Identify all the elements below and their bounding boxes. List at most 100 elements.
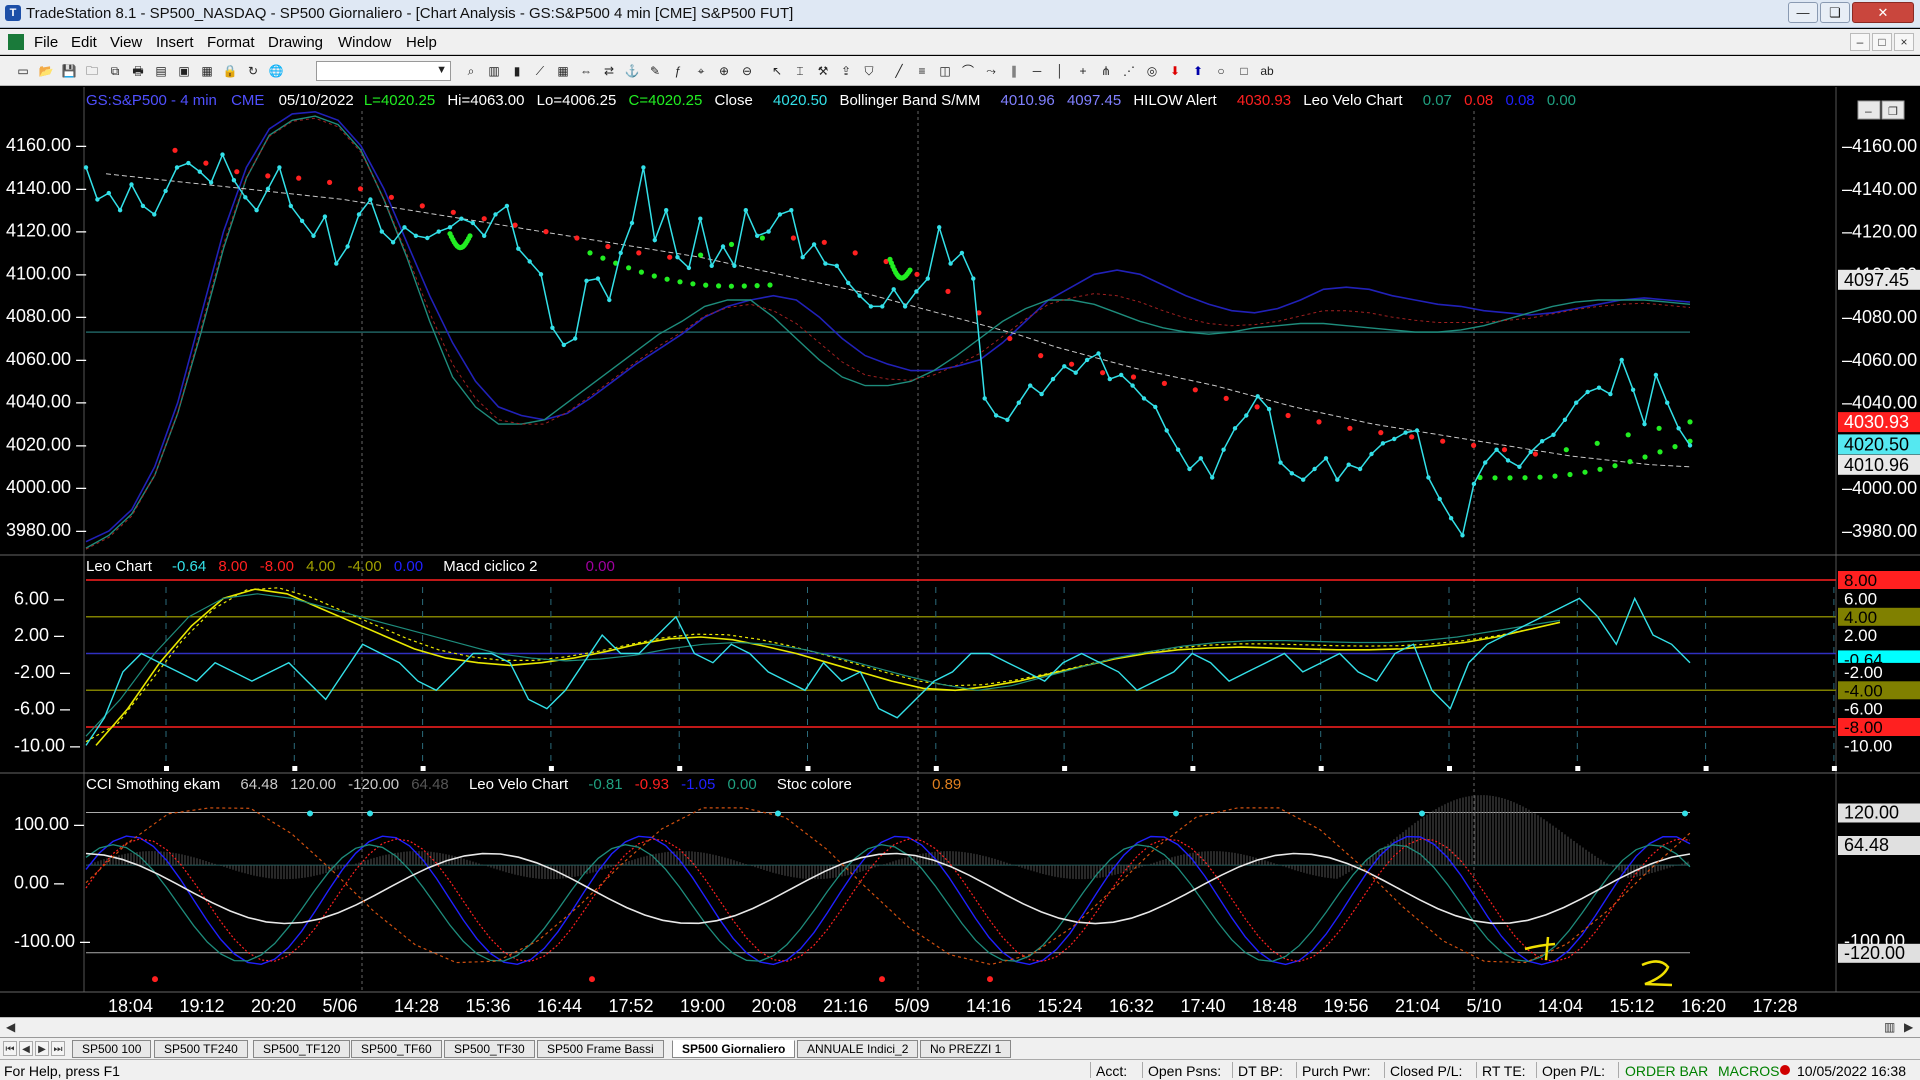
scroll-right-icon[interactable]: ▶ [1904,1020,1913,1034]
hilow-dot [481,216,487,222]
rectangle-icon[interactable]: □ [1235,62,1253,80]
vertical-line-icon[interactable]: │ [1051,62,1069,80]
price-point [1494,447,1499,452]
open-icon[interactable]: 📂 [37,62,55,80]
pitchfork-icon[interactable]: ⋔ [1097,62,1115,80]
print-icon[interactable]: 🖶 [129,62,147,80]
hilow-dot [728,241,735,247]
analysis-icon[interactable]: ⌖ [692,62,710,80]
mdi-close-button[interactable]: × [1894,33,1914,51]
menu-drawing[interactable]: Drawing [268,34,323,51]
tab-no-prezzi-1[interactable]: No PREZZI 1 [920,1040,1012,1058]
session-marker [420,766,426,771]
speed-line-icon[interactable]: ⋰ [1120,62,1138,80]
trendline-icon[interactable]: ╱ [890,62,908,80]
tab-sp500-tf120[interactable]: SP500_TF120 [253,1040,351,1058]
indicator-icon[interactable]: ƒ [669,62,687,80]
price-point [857,293,862,298]
horizontal-scrollbar[interactable]: ◀ ▥ ▶ [0,1017,1920,1037]
text-tool-icon[interactable]: ab [1258,62,1276,80]
cross-icon[interactable]: + [1074,62,1092,80]
close-button[interactable]: ✕ [1852,2,1914,23]
arc-icon[interactable]: ⌒ [959,62,977,80]
shield-icon[interactable]: ⛉ [860,62,878,80]
price-point [800,255,805,260]
folder-icon[interactable]: 🗀 [83,62,101,80]
menu-insert[interactable]: Insert [156,34,194,51]
menu-file[interactable]: File [34,34,58,51]
save-all-icon[interactable]: ⧉ [106,62,124,80]
hilow-dot [1440,438,1446,444]
arrow-up-icon[interactable]: ⬆ [1189,62,1207,80]
scroll-left-icon[interactable]: ◀ [6,1020,15,1034]
price-point [163,188,168,194]
tab-sp500-tf30[interactable]: SP500_TF30 [444,1040,535,1058]
menu-view[interactable]: View [110,34,142,51]
cycle-icon[interactable]: ◎ [1143,62,1161,80]
arrow-down-icon[interactable]: ⬇ [1166,62,1184,80]
tab-sp500-100[interactable]: SP500 100 [72,1040,152,1058]
macd-tick: 2.00 – [14,625,64,645]
tab-sp500-tf240[interactable]: SP500 TF240 [154,1040,248,1058]
fib-icon[interactable]: ≡ [913,62,931,80]
macros-button[interactable]: MACROS [1718,1063,1779,1079]
tab-sp500-tf60[interactable]: SP500_TF60 [351,1040,442,1058]
chart-canvas[interactable]: GS:S&P500 - 4 min CME 05/10/2022 L=4020.… [0,87,1920,1017]
order-bar-button[interactable]: ORDER BAR [1625,1063,1708,1079]
format-icon[interactable]: ✎ [646,62,664,80]
link-icon[interactable]: ⚓ [623,62,641,80]
hammer-icon[interactable]: ⚒ [814,62,832,80]
globe-icon[interactable]: 🌐 [267,62,285,80]
tab-sp500-giornaliero[interactable]: SP500 Giornaliero [672,1040,796,1058]
export-icon[interactable]: ⇪ [837,62,855,80]
price-point [1517,464,1522,469]
refresh-icon[interactable]: ↻ [244,62,262,80]
tab-next-icon[interactable]: ▶ [35,1041,49,1056]
price-point [1539,439,1545,444]
chart-analysis[interactable]: GS:S&P500 - 4 min CME 05/10/2022 L=4020.… [0,87,1920,1025]
new-icon[interactable]: ▭ [14,62,32,80]
grid-icon[interactable]: ▦ [554,62,572,80]
cursor-icon[interactable]: ⌶ [791,62,809,80]
tab-last-icon[interactable]: ⏭ [51,1041,65,1056]
horizontal-line-icon[interactable]: ─ [1028,62,1046,80]
hilow-dot [1223,395,1229,401]
right-price-tick: –4080.00 [1842,307,1917,327]
zoom-icon[interactable]: ⌕ [462,62,480,80]
channel-icon[interactable]: ∥ [1005,62,1023,80]
window-icon[interactable]: ▣ [175,62,193,80]
scroll-bars-icon[interactable]: ▥ [1884,1020,1895,1034]
menu-edit[interactable]: Edit [71,34,97,51]
tab-annuale-indici-2[interactable]: ANNUALE Indici_2 [797,1040,919,1058]
right-price-tick: –4000.00 [1842,478,1917,498]
pointer-icon[interactable]: ↖ [768,62,786,80]
gann-icon[interactable]: ◫ [936,62,954,80]
scroll-icon[interactable]: ⇔ [577,62,595,80]
zoom-in-icon[interactable]: ⊕ [715,62,733,80]
chart-window-icon[interactable] [8,34,24,50]
ray-icon[interactable]: ⤳ [982,62,1000,80]
menu-format[interactable]: Format [207,34,255,51]
maximize-button[interactable]: ❏ [1820,2,1850,23]
minimize-button[interactable]: — [1788,2,1818,23]
ellipse-icon[interactable]: ○ [1212,62,1230,80]
sync-icon[interactable]: ⇄ [600,62,618,80]
mdi-minimize-button[interactable]: – [1850,33,1870,51]
save-icon[interactable]: 💾 [60,62,78,80]
zoom-out-icon[interactable]: ⊖ [738,62,756,80]
tab-first-icon[interactable]: ⏮ [3,1041,17,1056]
candle-icon[interactable]: ▮ [508,62,526,80]
menu-help[interactable]: Help [406,34,437,51]
price-point [766,229,771,234]
workspace-combo[interactable]: ▼ [316,61,451,81]
line-chart-icon[interactable]: ⟋ [531,62,549,80]
print-preview-icon[interactable]: ▤ [152,62,170,80]
bar-chart-icon[interactable]: ▥ [485,62,503,80]
lock-icon[interactable]: 🔒 [221,62,239,80]
tab-prev-icon[interactable]: ◀ [19,1041,33,1056]
menu-window[interactable]: Window [338,34,391,51]
price-point [595,276,601,281]
mdi-restore-button[interactable]: □ [1872,33,1892,51]
tab-sp500-frame-bassi[interactable]: SP500 Frame Bassi [537,1040,664,1058]
window-2-icon[interactable]: ▦ [198,62,216,80]
